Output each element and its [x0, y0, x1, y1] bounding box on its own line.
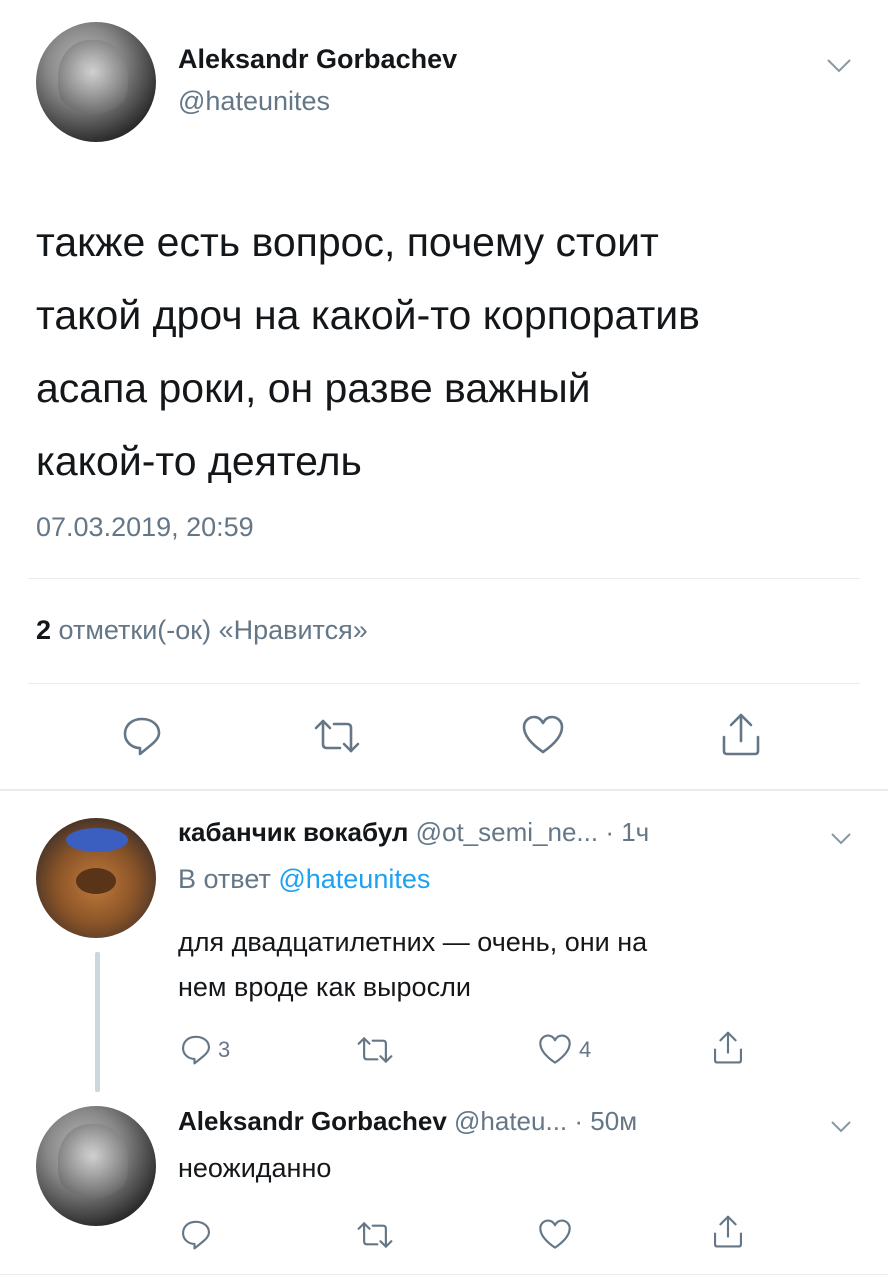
like-icon[interactable] — [538, 1219, 572, 1250]
share-icon[interactable] — [712, 1214, 744, 1250]
reply-author-avatar[interactable] — [36, 818, 156, 938]
reply-icon[interactable] — [121, 714, 163, 756]
divider — [28, 683, 860, 684]
reply-to-line: В ответ @hateunites — [178, 864, 430, 895]
thread-line — [95, 952, 100, 1092]
reply-author-name[interactable]: кабанчик вокабул — [178, 817, 408, 847]
reply-text: неожиданно — [178, 1153, 332, 1183]
reply-author-handle[interactable]: @ot_semi_ne... — [416, 817, 598, 847]
likes-count: 2 — [36, 615, 52, 645]
author-name[interactable]: Aleksandr Gorbachev — [178, 44, 457, 75]
reply-text-line: нем вроде как выросли — [178, 972, 471, 1002]
reply-to-label: В ответ — [178, 864, 271, 894]
bottom-divider — [0, 1274, 888, 1275]
section-divider — [0, 789, 888, 791]
chevron-down-icon[interactable] — [826, 58, 852, 74]
chevron-down-icon[interactable] — [830, 1120, 852, 1134]
likes-label: отметки(-ок) «Нравится» — [58, 615, 368, 645]
reply-header: кабанчик вокабул @ot_semi_ne... · 1ч — [178, 817, 649, 848]
reply-text: для двадцатилетних — очень, они на нем в… — [178, 920, 647, 1010]
tweet-text-line: асапа роки, он разве важный — [36, 365, 591, 411]
reply-time[interactable]: · 1ч — [605, 817, 649, 847]
author-avatar[interactable] — [36, 22, 156, 142]
reply-icon[interactable] — [180, 1218, 212, 1250]
tweet-text-line: также есть вопрос, почему стоит — [36, 219, 659, 265]
retweet-icon[interactable] — [355, 1036, 395, 1064]
reply-to-handle[interactable]: @hateunites — [278, 864, 430, 894]
like-icon[interactable] — [521, 715, 565, 755]
reply-count: 3 — [218, 1037, 231, 1062]
share-icon[interactable] — [712, 1030, 744, 1066]
share-icon[interactable] — [720, 713, 762, 757]
reply-author-handle[interactable]: @hateu... — [454, 1106, 567, 1136]
chevron-down-icon[interactable] — [830, 832, 852, 846]
likes-summary[interactable]: 2 отметки(-ок) «Нравится» — [36, 615, 368, 646]
tweet-text-line: какой-то деятель — [36, 438, 362, 484]
reply-time[interactable]: · 50м — [574, 1106, 637, 1136]
retweet-icon[interactable] — [355, 1221, 395, 1249]
divider — [28, 578, 860, 579]
tweet-timestamp[interactable]: 07.03.2019, 20:59 — [36, 512, 254, 543]
reply-icon[interactable] — [180, 1033, 212, 1065]
tweet-text: также есть вопрос, почему стоит такой др… — [36, 206, 700, 498]
retweet-icon[interactable] — [312, 718, 362, 754]
reply-text-line: для двадцатилетних — очень, они на — [178, 927, 648, 957]
reply-header: Aleksandr Gorbachev @hateu... · 50м — [178, 1106, 637, 1137]
reply-author-name[interactable]: Aleksandr Gorbachev — [178, 1106, 447, 1136]
reply-author-avatar[interactable] — [36, 1106, 156, 1226]
like-icon[interactable] — [538, 1034, 572, 1065]
tweet-text-line: такой дроч на какой-то корпоратив — [36, 292, 700, 338]
author-handle[interactable]: @hateunites — [178, 86, 330, 117]
like-count: 4 — [579, 1037, 592, 1062]
